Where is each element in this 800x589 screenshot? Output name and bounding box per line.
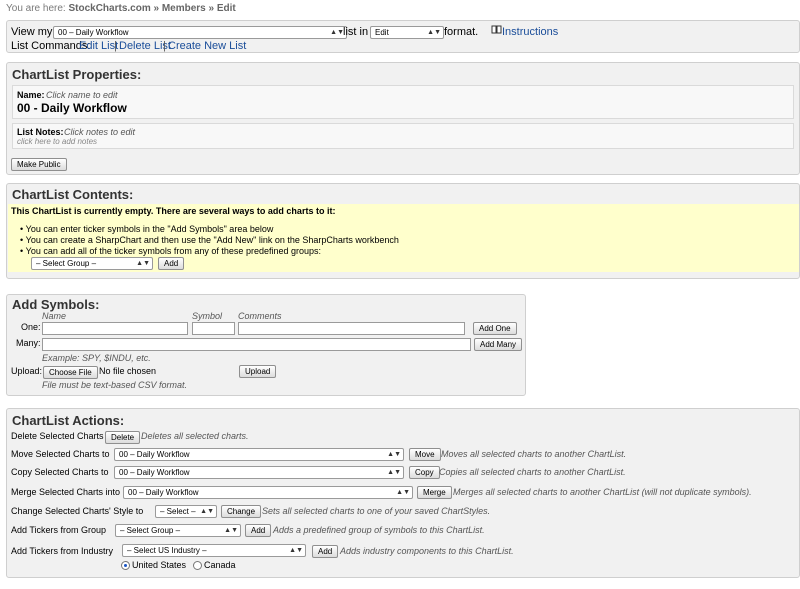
csv-note: File must be text-based CSV format. bbox=[42, 380, 188, 390]
actions-heading: ChartList Actions: bbox=[12, 413, 125, 428]
bullet-item: • You can create a SharpChart and then u… bbox=[20, 235, 399, 245]
one-label: One: bbox=[21, 322, 41, 332]
upload-button[interactable]: Upload bbox=[239, 365, 277, 378]
name-input[interactable] bbox=[42, 322, 188, 335]
name-label: Name: bbox=[17, 90, 45, 100]
bullet-item: • You can add all of the ticker symbols … bbox=[20, 246, 321, 256]
merge-label: Merge Selected Charts into bbox=[11, 487, 121, 497]
group-label: Add Tickers from Group bbox=[11, 525, 107, 535]
view-bar: View my 00 – Daily Workflow ▲▼ list in Ed… bbox=[6, 20, 800, 53]
name-box[interactable]: Name: Click name to edit 00 - Daily Work… bbox=[12, 85, 794, 119]
delete-label: Delete Selected Charts bbox=[11, 431, 104, 441]
view-my-label: View my bbox=[11, 26, 53, 38]
move-label: Move Selected Charts to bbox=[11, 449, 110, 459]
copy-label: Copy Selected Charts to bbox=[11, 467, 109, 477]
contents-group-select[interactable]: – Select Group – ▲▼ bbox=[31, 257, 153, 270]
comments-input[interactable] bbox=[238, 322, 465, 335]
delete-button[interactable]: Delete bbox=[105, 431, 141, 444]
notes-hint: Click notes to edit bbox=[64, 127, 136, 137]
example-hint: Example: SPY, $INDU, etc. bbox=[42, 353, 151, 363]
notes-box[interactable]: List Notes: Click notes to edit click he… bbox=[12, 123, 794, 149]
contents-heading: ChartList Contents: bbox=[12, 187, 134, 202]
merge-select[interactable]: 00 – Daily Workflow ▲▼ bbox=[123, 486, 413, 499]
add-symbols-heading: Add Symbols: bbox=[12, 297, 100, 312]
properties-heading: ChartList Properties: bbox=[12, 67, 142, 82]
chartlist-select[interactable]: 00 – Daily Workflow ▲▼ bbox=[53, 26, 347, 39]
group-note: Adds a predefined group of symbols to th… bbox=[273, 525, 485, 535]
radio-united-states[interactable] bbox=[121, 561, 130, 570]
copy-select[interactable]: 00 – Daily Workflow ▲▼ bbox=[114, 466, 404, 479]
col-symbol-label: Symbol bbox=[192, 311, 223, 321]
change-style-button[interactable]: Change bbox=[221, 505, 262, 518]
industry-select[interactable]: – Select US Industry – ▲▼ bbox=[122, 544, 306, 557]
move-button[interactable]: Move bbox=[409, 448, 441, 461]
empty-message: This ChartList is currently empty. There… bbox=[11, 206, 336, 216]
col-name-label: Name bbox=[42, 311, 67, 321]
breadcrumb-prefix: You are here: bbox=[6, 3, 66, 14]
merge-button[interactable]: Merge bbox=[417, 486, 452, 499]
style-label: Change Selected Charts' Style to bbox=[11, 506, 144, 516]
actions-panel: ChartList Actions: Delete Selected Chart… bbox=[6, 408, 800, 578]
mode-select[interactable]: Edit ▲▼ bbox=[370, 26, 444, 39]
add-symbols-panel: Add Symbols: Name Symbol Comments One: A… bbox=[6, 294, 526, 396]
symbol-input[interactable] bbox=[192, 322, 235, 335]
col-comments-label: Comments bbox=[238, 311, 282, 321]
bullet-item: • You can enter ticker symbols in the "A… bbox=[20, 224, 274, 234]
separator: | bbox=[114, 40, 117, 52]
add-many-button[interactable]: Add Many bbox=[474, 338, 523, 351]
breadcrumb: You are here: StockCharts.com » Members … bbox=[6, 3, 236, 14]
move-note: Moves all selected charts to another Cha… bbox=[441, 449, 627, 459]
radio-ca-label: Canada bbox=[204, 560, 236, 570]
properties-panel: ChartList Properties: Name: Click name t… bbox=[6, 62, 800, 175]
name-hint: Click name to edit bbox=[46, 90, 118, 100]
edit-list-link[interactable]: Edit List bbox=[79, 40, 118, 52]
no-file-text: No file chosen bbox=[99, 366, 157, 376]
actions-group-select[interactable]: – Select Group – ▲▼ bbox=[115, 524, 241, 537]
format-label: format. bbox=[444, 26, 479, 38]
radio-us-label: United States bbox=[132, 560, 187, 570]
industry-add-button[interactable]: Add bbox=[312, 545, 339, 558]
empty-notice: This ChartList is currently empty. There… bbox=[8, 204, 799, 272]
merge-note: Merges all selected charts to another Ch… bbox=[453, 487, 752, 497]
separator: | bbox=[163, 40, 166, 52]
style-select[interactable]: – Select – ▲▼ bbox=[155, 505, 217, 518]
industry-note: Adds industry components to this ChartLi… bbox=[340, 546, 514, 556]
list-in-label: list in bbox=[343, 26, 369, 38]
notes-placeholder[interactable]: click here to add notes bbox=[17, 137, 97, 146]
notes-label: List Notes: bbox=[17, 127, 64, 137]
group-add-button[interactable]: Add bbox=[245, 524, 272, 537]
contents-add-button[interactable]: Add bbox=[158, 257, 185, 270]
many-input[interactable] bbox=[42, 338, 471, 351]
add-one-button[interactable]: Add One bbox=[473, 322, 517, 335]
radio-canada[interactable] bbox=[193, 561, 202, 570]
industry-label: Add Tickers from Industry bbox=[11, 546, 114, 556]
instructions-link[interactable]: Instructions bbox=[502, 26, 558, 38]
choose-file-button[interactable]: Choose File bbox=[43, 366, 98, 379]
delete-note: Deletes all selected charts. bbox=[141, 431, 249, 441]
book-icon bbox=[491, 25, 502, 37]
upload-label: Upload: bbox=[11, 366, 43, 376]
copy-button[interactable]: Copy bbox=[409, 466, 440, 479]
breadcrumb-path: StockCharts.com » Members » Edit bbox=[68, 3, 236, 14]
contents-panel: ChartList Contents: This ChartList is cu… bbox=[6, 183, 800, 279]
many-label: Many: bbox=[16, 338, 41, 348]
style-note: Sets all selected charts to one of your … bbox=[262, 506, 491, 516]
chartlist-name[interactable]: 00 - Daily Workflow bbox=[17, 101, 127, 115]
make-public-button[interactable]: Make Public bbox=[11, 158, 67, 171]
move-select[interactable]: 00 – Daily Workflow ▲▼ bbox=[114, 448, 404, 461]
copy-note: Copies all selected charts to another Ch… bbox=[439, 467, 626, 477]
create-list-link[interactable]: Create New List bbox=[168, 40, 246, 52]
